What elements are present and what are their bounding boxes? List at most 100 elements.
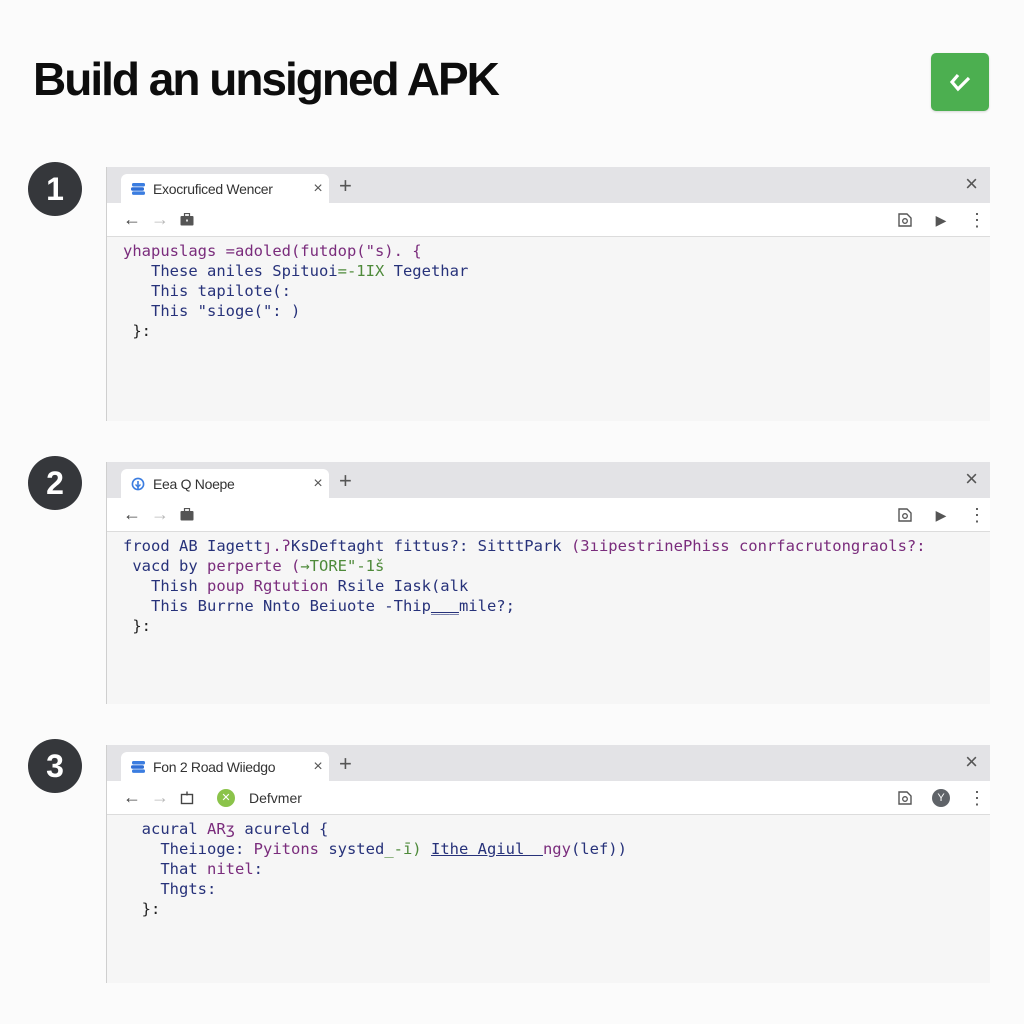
- code-token: }:: [123, 617, 151, 635]
- code-token: Iagett: [207, 537, 263, 555]
- tab-title: Eea Q Noepe: [153, 475, 235, 492]
- step-number-badge: 2: [28, 456, 82, 510]
- kebab-menu-icon[interactable]: ⋮: [968, 789, 986, 807]
- code-line: frood AB Iagettȷ.ʔKsDeftaght fittus?: Si…: [123, 536, 990, 556]
- extension-icon[interactable]: [896, 211, 914, 229]
- browser-tab[interactable]: Exocruficed Wencer ×: [121, 174, 329, 203]
- code-token: }:: [123, 900, 161, 918]
- code-token: frood AB: [123, 537, 207, 555]
- browser-window: Exocruficed Wencer × + × ← → ▶ ⋮ yhapusl…: [106, 167, 990, 421]
- forward-arrow-icon[interactable]: →: [149, 504, 171, 525]
- code-token: ___: [430, 597, 459, 615]
- site-identity[interactable]: ✕ Defvmer: [217, 788, 302, 807]
- browser-toolbar: ← → ✕ Defvmer Y ⋮: [107, 781, 990, 815]
- code-token: yhapuslags: [123, 242, 226, 260]
- stack-icon: [131, 760, 145, 774]
- browser-window: Eea Q Noepe × + × ← → ▶ ⋮ frood AB Iaget…: [106, 462, 990, 704]
- code-token: Thish: [123, 577, 207, 595]
- play-icon[interactable]: ▶: [932, 211, 950, 229]
- window-close-icon[interactable]: ×: [965, 171, 978, 197]
- kebab-menu-icon[interactable]: ⋮: [968, 506, 986, 524]
- code-token: acural: [123, 820, 207, 838]
- code-token: nitel: [207, 860, 254, 878]
- code-token: Theiıoge:: [123, 840, 254, 858]
- tab-title: Fon 2 Road Wiiedgo: [153, 758, 276, 775]
- kebab-menu-icon[interactable]: ⋮: [968, 211, 986, 229]
- tab-strip: Exocruficed Wencer × + ×: [107, 167, 990, 203]
- done-button[interactable]: [931, 53, 989, 111]
- step-number-badge: 3: [28, 739, 82, 793]
- code-line: vacd by perperte (→TORE"-1š: [123, 556, 990, 576]
- code-token: }:: [123, 322, 151, 340]
- code-token: This tapilote(:: [123, 282, 291, 300]
- code-line: This "sioge(": ): [123, 301, 990, 321]
- briefcase-icon[interactable]: [179, 213, 195, 227]
- code-block: yhapuslags =adoled(futdop("s). { These a…: [107, 237, 990, 341]
- code-token: KsDeftaght fittus?: SitttPark: [291, 537, 571, 555]
- code-line: }:: [123, 321, 990, 341]
- code-token: This Burrne Nnto Beiuote -Thip: [123, 597, 431, 615]
- code-token: ngy: [542, 840, 571, 858]
- browser-tab[interactable]: Eea Q Noepe ×: [121, 469, 329, 498]
- profile-avatar-icon[interactable]: Y: [932, 789, 950, 807]
- code-line: That nitel:: [123, 859, 990, 879]
- site-label: Defvmer: [249, 789, 302, 806]
- tab-close-icon[interactable]: ×: [307, 475, 329, 493]
- code-token: This "sioge(": ): [123, 302, 301, 320]
- new-tab-button[interactable]: +: [339, 468, 352, 494]
- code-token: :: [253, 860, 264, 878]
- code-block: acural ARʒ acureld { Theiıoge: Pyitons s…: [107, 815, 990, 919]
- code-token: mile?;: [458, 597, 515, 615]
- browser-window: Fon 2 Road Wiiedgo × + × ← → ✕ Defvmer Y…: [106, 745, 990, 983]
- puzzle-badge-icon: ✕: [217, 788, 235, 807]
- code-token: Tegethar: [384, 262, 469, 280]
- code-token: ȷ.ʔ: [263, 537, 291, 555]
- page-title: Build an unsigned APK: [33, 53, 500, 105]
- code-token: ARʒ: [207, 820, 235, 838]
- tab-strip: Fon 2 Road Wiiedgo × + ×: [107, 745, 990, 781]
- browser-toolbar: ← → ▶ ⋮: [107, 498, 990, 532]
- code-token: _-ī): [384, 840, 422, 858]
- browser-tab[interactable]: Fon 2 Road Wiiedgo ×: [121, 752, 329, 781]
- code-line: These aniles Spituoi=-1IX Tegethar: [123, 261, 990, 281]
- tab-outline-icon[interactable]: [179, 791, 195, 805]
- stack-icon: [131, 182, 145, 196]
- code-token: acureld {: [235, 820, 329, 838]
- code-line: acural ARʒ acureld {: [123, 819, 990, 839]
- back-arrow-icon[interactable]: ←: [121, 504, 143, 525]
- code-token: vacd by: [123, 557, 207, 575]
- new-tab-button[interactable]: +: [339, 751, 352, 777]
- code-token: That: [123, 860, 207, 878]
- forward-arrow-icon[interactable]: →: [149, 787, 171, 808]
- code-token: (lef)): [570, 840, 627, 858]
- globe-icon: [131, 477, 145, 491]
- code-token: Ithe Agiul: [430, 840, 543, 858]
- briefcase-icon[interactable]: [179, 508, 195, 522]
- tab-strip: Eea Q Noepe × + ×: [107, 462, 990, 498]
- new-tab-button[interactable]: +: [339, 173, 352, 199]
- tab-close-icon[interactable]: ×: [307, 758, 329, 776]
- back-arrow-icon[interactable]: ←: [121, 787, 143, 808]
- code-line: }:: [123, 899, 990, 919]
- code-line: This Burrne Nnto Beiuote -Thip___mile?;: [123, 596, 990, 616]
- code-token: (3ıipestrinePhiss conrfacrutongraols?:: [570, 537, 926, 555]
- tab-close-icon[interactable]: ×: [307, 180, 329, 198]
- forward-arrow-icon[interactable]: →: [149, 209, 171, 230]
- window-close-icon[interactable]: ×: [965, 466, 978, 492]
- code-token: Thgts:: [123, 880, 217, 898]
- extension-icon[interactable]: [896, 506, 914, 524]
- play-icon[interactable]: ▶: [932, 506, 950, 524]
- back-arrow-icon[interactable]: ←: [121, 209, 143, 230]
- extension-icon[interactable]: [896, 789, 914, 807]
- code-token: These aniles Spituoi: [123, 262, 338, 280]
- window-close-icon[interactable]: ×: [965, 749, 978, 775]
- code-line: Thgts:: [123, 879, 990, 899]
- code-token: systed: [318, 840, 385, 858]
- code-token: =-1IX: [337, 262, 385, 280]
- code-token: Rsile Iask(alk: [328, 577, 469, 595]
- code-line: }:: [123, 616, 990, 636]
- tab-title: Exocruficed Wencer: [153, 180, 273, 197]
- browser-toolbar: ← → ▶ ⋮: [107, 203, 990, 237]
- code-line: yhapuslags =adoled(futdop("s). {: [123, 241, 990, 261]
